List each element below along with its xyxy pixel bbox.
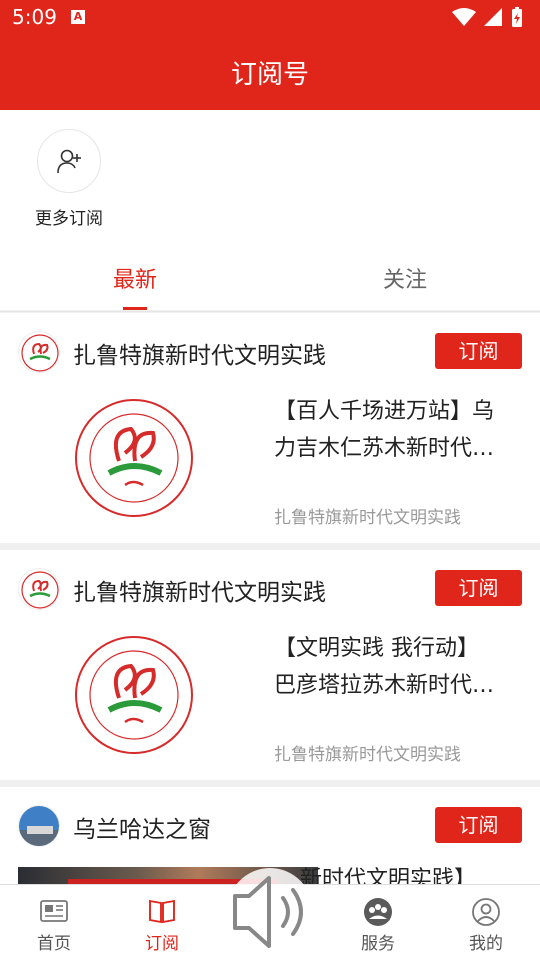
- subscribe-button[interactable]: 订阅: [435, 807, 522, 843]
- article-headline[interactable]: 【百人千场进万站】乌 力吉木仁苏木新时代…: [274, 393, 524, 467]
- headline-line-2: 力吉木仁苏木新时代…: [274, 436, 495, 461]
- article-headline[interactable]: 【文明实践 我行动】 巴彦塔拉苏木新时代…: [274, 630, 524, 704]
- profile-icon: [472, 898, 500, 926]
- channel-name[interactable]: 乌兰哈达之窗: [73, 810, 211, 844]
- wifi-icon: [452, 8, 476, 26]
- channel-name[interactable]: 扎鲁特旗新时代文明实践: [73, 336, 326, 370]
- nav-home[interactable]: 首页: [0, 885, 108, 960]
- book-icon: [149, 899, 175, 924]
- signal-icon: [484, 8, 502, 26]
- subscribe-button[interactable]: 订阅: [435, 570, 522, 606]
- more-subscriptions-label: 更多订阅: [35, 209, 103, 229]
- status-bar: 5:09 A: [0, 0, 540, 36]
- tab-latest[interactable]: 最新: [0, 262, 270, 294]
- speaker-icon[interactable]: [225, 862, 315, 960]
- header-bar: 5:09 A 订阅号: [0, 0, 540, 110]
- nav-profile-label: 我的: [469, 934, 503, 954]
- tab-following[interactable]: 关注: [270, 262, 540, 294]
- channel-avatar[interactable]: [18, 568, 60, 610]
- page-title: 订阅号: [230, 60, 309, 90]
- more-subscriptions-button[interactable]: [37, 129, 101, 193]
- subscribe-button[interactable]: 订阅: [435, 333, 522, 369]
- tab-divider: [0, 311, 540, 312]
- article-source: 扎鲁特旗新时代文明实践: [274, 745, 461, 765]
- app-notification-icon: A: [71, 10, 85, 24]
- article-thumbnail[interactable]: [73, 397, 195, 519]
- nav-services[interactable]: 服务: [324, 885, 432, 960]
- civilization-practice-logo-icon: [21, 571, 59, 609]
- news-icon: [40, 900, 68, 922]
- channel-avatar[interactable]: [18, 805, 60, 847]
- civilization-practice-logo-icon: [21, 334, 59, 372]
- nav-subscribe-label: 订阅: [145, 934, 179, 954]
- active-tab-indicator: [123, 307, 147, 310]
- status-time: 5:09: [12, 5, 57, 29]
- headline-line-1: 【文明实践 我行动】: [274, 636, 479, 661]
- channel-name[interactable]: 扎鲁特旗新时代文明实践: [73, 573, 326, 607]
- feed-card[interactable]: 扎鲁特旗新时代文明实践 订阅 【文明实践 我行动】 巴彦塔拉苏木新时代… 扎鲁特…: [0, 550, 540, 780]
- nav-services-label: 服务: [361, 934, 395, 954]
- headline-line-2: 巴彦塔拉苏木新时代…: [274, 673, 495, 698]
- nav-home-label: 首页: [37, 934, 71, 954]
- nav-subscribe[interactable]: 订阅: [108, 885, 216, 960]
- system-status-icons: [452, 7, 522, 27]
- landscape-avatar-icon: [19, 806, 59, 846]
- nav-profile[interactable]: 我的: [432, 885, 540, 960]
- headline-line-1: 【百人千场进万站】乌: [274, 399, 495, 424]
- article-source: 扎鲁特旗新时代文明实践: [274, 508, 461, 528]
- add-user-icon: [57, 149, 81, 174]
- feed-card[interactable]: 扎鲁特旗新时代文明实践 订阅 【百人千场进万站】乌 力吉木仁苏木新时代… 扎鲁特…: [0, 313, 540, 543]
- services-icon: [364, 898, 392, 926]
- article-thumbnail[interactable]: [73, 634, 195, 756]
- channel-avatar[interactable]: [18, 331, 60, 373]
